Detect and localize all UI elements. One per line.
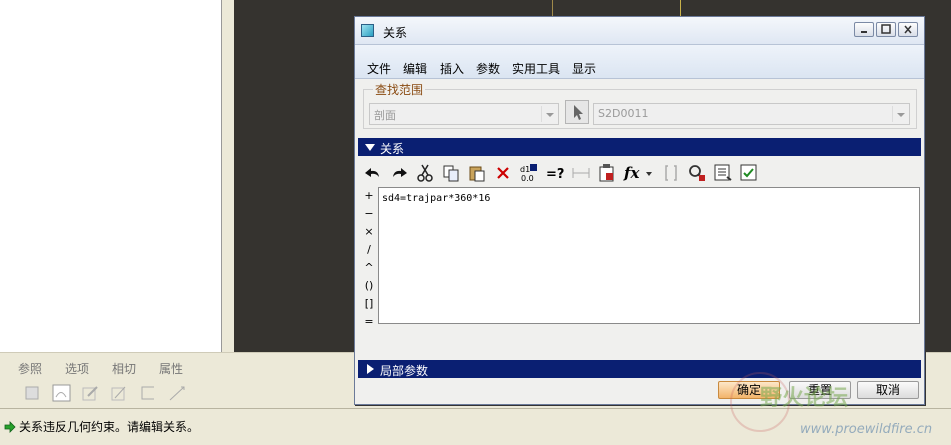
select-object-button[interactable] bbox=[565, 100, 589, 124]
relations-section-label: 关系 bbox=[380, 142, 405, 156]
menu-utilities[interactable]: 实用工具 bbox=[512, 60, 560, 77]
tab-tangency[interactable]: 相切 bbox=[112, 360, 159, 377]
section-icon[interactable] bbox=[138, 384, 158, 402]
watermark-url: www.proewildfire.cn bbox=[800, 422, 933, 437]
dashboard-tools bbox=[22, 384, 187, 402]
paste-icon[interactable] bbox=[465, 162, 489, 184]
function-icon[interactable]: fx bbox=[621, 162, 657, 184]
dashboard-tabs: 参照 选项 相切 属性 bbox=[18, 360, 206, 377]
evaluate-icon[interactable]: =? bbox=[543, 162, 567, 184]
tab-options[interactable]: 选项 bbox=[65, 360, 112, 377]
menu-bar: 文件 编辑 插入 参数 实用工具 显示 bbox=[355, 45, 924, 79]
copy-icon[interactable] bbox=[439, 162, 463, 184]
solid-icon[interactable] bbox=[22, 384, 42, 402]
model-tree-panel bbox=[0, 0, 222, 352]
maximize-button[interactable] bbox=[876, 22, 896, 37]
sort-relations-icon[interactable] bbox=[711, 162, 735, 184]
look-in-type-value: 剖面 bbox=[374, 109, 396, 122]
operator-minus[interactable]: − bbox=[361, 207, 377, 225]
operator-palette: + − × / ^ () [] = bbox=[361, 189, 377, 333]
delete-icon[interactable] bbox=[491, 162, 515, 184]
minimize-button[interactable] bbox=[854, 22, 874, 37]
look-in-type-select[interactable]: 剖面 bbox=[369, 103, 559, 125]
chevron-down-icon bbox=[541, 106, 556, 122]
tab-references[interactable]: 参照 bbox=[18, 360, 65, 377]
local-parameters-header[interactable]: 局部参数 bbox=[358, 360, 921, 378]
operator-power[interactable]: ^ bbox=[361, 261, 377, 279]
operator-multiply[interactable]: × bbox=[361, 225, 377, 243]
operator-parentheses[interactable]: () bbox=[361, 279, 377, 297]
trajectory-icon[interactable] bbox=[167, 384, 187, 402]
expand-icon bbox=[367, 364, 374, 374]
status-message: 关系违反几何约束。请编辑关系。 bbox=[19, 420, 200, 434]
relations-toolbar: d1 0.0 =? fx bbox=[361, 161, 763, 185]
switch-dimensions-icon[interactable]: d1 0.0 bbox=[517, 162, 541, 184]
relation-line[interactable]: sd4=trajpar*360*16 bbox=[382, 193, 490, 204]
sketch-icon[interactable] bbox=[80, 384, 100, 402]
look-in-object-value: S2D0011 bbox=[598, 107, 649, 120]
svg-text:fx: fx bbox=[623, 164, 640, 182]
operator-divide[interactable]: / bbox=[361, 243, 377, 261]
svg-text:=?: =? bbox=[546, 167, 564, 181]
cut-icon[interactable] bbox=[413, 162, 437, 184]
relations-editor[interactable]: sd4=trajpar*360*16 bbox=[378, 187, 920, 324]
svg-text:0.0: 0.0 bbox=[521, 174, 534, 183]
look-in-object-select[interactable]: S2D0011 bbox=[593, 103, 910, 125]
relations-section-header[interactable]: 关系 bbox=[358, 138, 921, 156]
look-in-label: 查找范围 bbox=[373, 81, 426, 98]
app-icon bbox=[361, 24, 374, 37]
operator-brackets[interactable]: [] bbox=[361, 297, 377, 315]
chevron-down-icon bbox=[892, 106, 907, 122]
dialog-titlebar[interactable]: 关系 bbox=[355, 17, 924, 45]
menu-parameters[interactable]: 参数 bbox=[476, 60, 500, 77]
svg-text:d1: d1 bbox=[520, 165, 530, 174]
checkbox-icon[interactable] bbox=[737, 162, 761, 184]
menu-file[interactable]: 文件 bbox=[367, 60, 391, 77]
collapse-icon bbox=[365, 144, 375, 151]
arrow-right-icon bbox=[4, 420, 16, 433]
dialog-title: 关系 bbox=[383, 26, 408, 40]
dimension-icon bbox=[569, 162, 593, 184]
menu-insert[interactable]: 插入 bbox=[440, 60, 464, 77]
verify-icon[interactable] bbox=[595, 162, 619, 184]
cancel-button[interactable]: 取消 bbox=[857, 381, 919, 399]
menu-edit[interactable]: 编辑 bbox=[403, 60, 427, 77]
panel-splitter[interactable] bbox=[222, 0, 234, 352]
relations-dialog: 关系 文件 编辑 插入 参数 实用工具 显示 查找范围 剖面 S2D0011 关… bbox=[354, 16, 925, 405]
bracket-icon bbox=[659, 162, 683, 184]
redo-icon[interactable] bbox=[387, 162, 411, 184]
cursor-arrow-icon bbox=[574, 105, 583, 120]
operator-equals[interactable]: = bbox=[361, 315, 377, 333]
undo-icon[interactable] bbox=[361, 162, 385, 184]
search-icon[interactable] bbox=[685, 162, 709, 184]
operator-plus[interactable]: + bbox=[361, 189, 377, 207]
tab-properties[interactable]: 属性 bbox=[159, 360, 206, 377]
menu-show[interactable]: 显示 bbox=[572, 60, 596, 77]
local-parameters-label: 局部参数 bbox=[380, 364, 429, 378]
edit-icon[interactable] bbox=[109, 384, 129, 402]
watermark-text: 野火论坛 bbox=[760, 386, 849, 411]
close-button[interactable] bbox=[898, 22, 918, 37]
surface-icon[interactable] bbox=[51, 384, 71, 402]
